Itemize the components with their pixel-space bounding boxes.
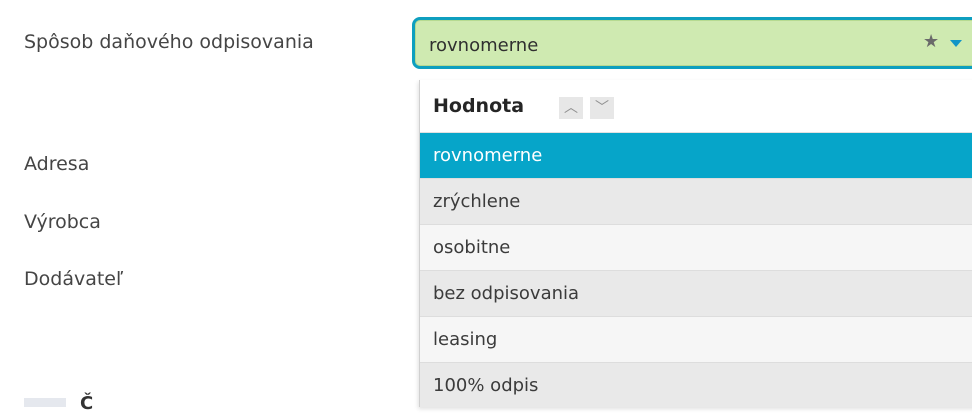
option-item[interactable]: zrýchlene <box>420 179 972 225</box>
option-label: osobitne <box>433 237 511 258</box>
partial-field-bottom <box>24 398 66 407</box>
star-icon[interactable]: ★ <box>923 31 939 52</box>
option-item[interactable]: 100% odpis <box>420 363 972 407</box>
option-label: leasing <box>433 329 498 350</box>
sort-ascending-button[interactable]: ︿ <box>559 97 583 119</box>
depreciation-method-label: Spôsob daňového odpisovania <box>24 31 314 53</box>
address-label: Adresa <box>24 153 90 175</box>
sort-descending-button[interactable]: ﹀ <box>590 97 614 119</box>
option-item[interactable]: osobitne <box>420 225 972 271</box>
option-label: rovnomerne <box>433 145 543 166</box>
column-header-value: Hodnota <box>433 95 525 117</box>
option-label: bez odpisovania <box>433 283 580 304</box>
chevron-down-icon: ﹀ <box>595 100 609 116</box>
option-item[interactable]: bez odpisovania <box>420 271 972 317</box>
select-current-value: rovnomerne <box>429 35 539 56</box>
options-list: rovnomerne zrýchlene osobitne bez odpiso… <box>420 133 972 407</box>
chevron-up-icon: ︿ <box>564 100 578 116</box>
option-item[interactable]: rovnomerne <box>420 133 972 179</box>
depreciation-method-select[interactable]: rovnomerne ★ <box>412 17 972 69</box>
option-label: zrýchlene <box>433 191 521 212</box>
caret-down-icon[interactable] <box>950 40 962 47</box>
dropdown-header: Hodnota ︿ ﹀ <box>420 80 972 133</box>
manufacturer-label: Výrobca <box>24 211 101 233</box>
supplier-label: Dodávateľ <box>24 268 124 290</box>
option-item[interactable]: leasing <box>420 317 972 363</box>
option-label: 100% odpis <box>433 375 539 396</box>
options-dropdown: Hodnota ︿ ﹀ rovnomerne zrýchlene osobitn… <box>419 80 972 407</box>
partial-bottom-label: Č <box>80 393 94 414</box>
